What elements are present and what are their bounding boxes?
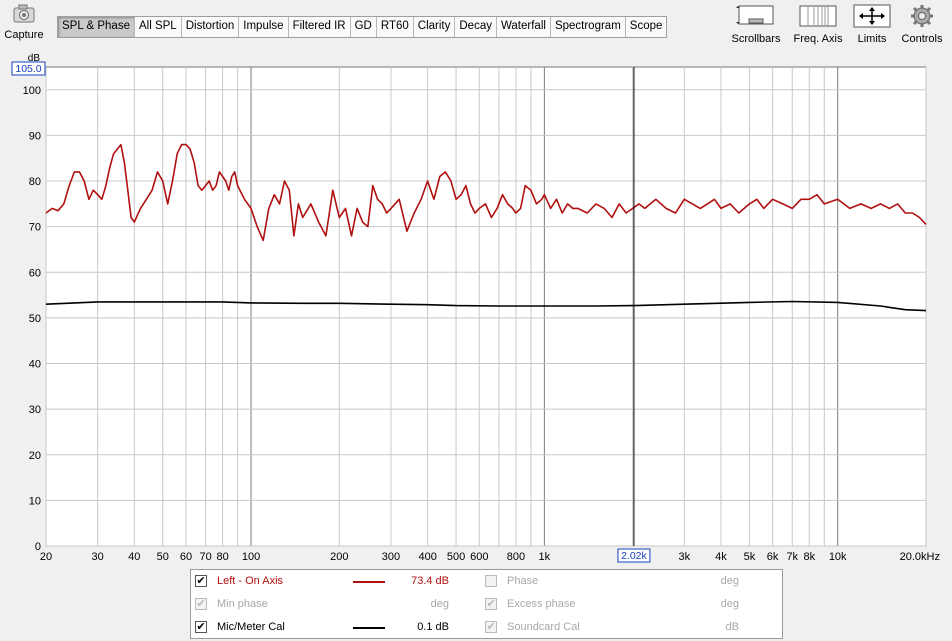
y-tick-label: 90	[29, 130, 41, 142]
legend-row-mic-cal: ✔ Mic/Meter Cal 0.1 dB	[195, 617, 485, 637]
y-tick-label: 80	[29, 176, 41, 188]
freq-axis-button[interactable]: Freq. Axis	[790, 4, 846, 45]
tab-spl-phase[interactable]: SPL & Phase	[58, 17, 135, 37]
y-top-readout: 105.0	[15, 63, 41, 75]
phase-name: Phase	[507, 575, 539, 587]
y-tick-label: 70	[29, 222, 41, 234]
x-tick-label: 5k	[744, 551, 756, 563]
x-tick-label: 500	[447, 551, 465, 563]
tab-rt60[interactable]: RT60	[377, 17, 414, 37]
controls-button[interactable]: Controls	[900, 4, 944, 45]
mic-cal-checkbox[interactable]: ✔	[195, 621, 207, 633]
y-tick-label: 100	[23, 85, 41, 97]
x-tick-label: 10k	[829, 551, 847, 563]
x-tick-label: 800	[507, 551, 525, 563]
legend-row-phase: Phase deg	[485, 571, 775, 591]
freq-axis-label: Freq. Axis	[793, 33, 843, 45]
legend-row-left-on-axis: ✔ Left - On Axis 73.4 dB	[195, 571, 485, 591]
x-tick-label: 400	[418, 551, 436, 563]
legend-row-soundcard-cal: ✔ Soundcard Cal dB	[485, 617, 775, 637]
legend-panel: ✔ Left - On Axis 73.4 dB ✔ Min phase deg…	[190, 569, 783, 639]
tab-spectrogram[interactable]: Spectrogram	[551, 17, 626, 37]
x-tick-label: 70	[199, 551, 211, 563]
limits-arrows-icon	[853, 4, 891, 28]
x-tick-label: 6k	[767, 551, 779, 563]
controls-label: Controls	[901, 33, 943, 45]
tab-clarity[interactable]: Clarity	[414, 17, 456, 37]
tab-filtered-ir[interactable]: Filtered IR	[289, 17, 351, 37]
mic-cal-swatch	[353, 627, 385, 629]
capture-label: Capture	[4, 29, 44, 41]
tab-impulse[interactable]: Impulse	[239, 17, 289, 37]
x-tick-label: 60	[180, 551, 192, 563]
left-on-axis-swatch	[353, 581, 385, 583]
x-tick-label: 3k	[679, 551, 691, 563]
camera-icon	[13, 4, 35, 23]
tab-all-spl[interactable]: All SPL	[135, 17, 182, 37]
tab-distortion[interactable]: Distortion	[182, 17, 240, 37]
x-tick-label: 50	[157, 551, 169, 563]
excess-phase-checkbox[interactable]: ✔	[485, 598, 497, 610]
x-tick-label: 4k	[715, 551, 727, 563]
excess-phase-name: Excess phase	[507, 598, 576, 610]
capture-button[interactable]: Capture	[2, 4, 46, 41]
y-tick-label: 10	[29, 495, 41, 507]
soundcard-cal-checkbox[interactable]: ✔	[485, 621, 497, 633]
x-tick-label: 20	[40, 551, 52, 563]
scrollbars-icon	[736, 5, 774, 25]
legend-row-excess-phase: ✔ Excess phase deg	[485, 594, 775, 614]
x-tick-label: 1k	[539, 551, 551, 563]
soundcard-cal-name: Soundcard Cal	[507, 621, 580, 633]
excess-phase-unit: deg	[720, 598, 739, 610]
x-tick-label: 80	[216, 551, 228, 563]
min-phase-unit: deg	[430, 598, 449, 610]
left-on-axis-name: Left - On Axis	[217, 575, 284, 587]
x-tick-label: 200	[330, 551, 348, 563]
x-tick-label: 20.0kHz	[900, 551, 940, 563]
soundcard-cal-unit: dB	[725, 621, 739, 633]
y-tick-label: 40	[29, 359, 41, 371]
gear-icon	[911, 5, 933, 27]
y-tick-label: 30	[29, 404, 41, 416]
left-on-axis-readout: 73.4 dB	[411, 575, 449, 587]
tab-gd[interactable]: GD	[351, 17, 377, 37]
y-tick-label: 60	[29, 267, 41, 279]
min-phase-checkbox[interactable]: ✔	[195, 598, 207, 610]
phase-unit: deg	[720, 575, 739, 587]
phase-checkbox[interactable]	[485, 575, 497, 587]
spl-graph[interactable]: 0102030405060708090100dB105.020 30 40 50 60 7…	[0, 50, 952, 568]
tab-scope[interactable]: Scope	[626, 17, 667, 37]
limits-button[interactable]: Limits	[850, 4, 894, 45]
legend-row-min-phase: ✔ Min phase deg	[195, 594, 485, 614]
cursor-readout: 2.02k	[621, 550, 647, 562]
x-tick-label: 40	[128, 551, 140, 563]
left-on-axis-checkbox[interactable]: ✔	[195, 575, 207, 587]
tab-decay[interactable]: Decay	[455, 17, 497, 37]
view-tabs: SPL & Phase All SPL Distortion Impulse Filte…	[57, 16, 668, 38]
y-tick-label: 50	[29, 313, 41, 325]
x-tick-label: 300	[382, 551, 400, 563]
mic-cal-readout: 0.1 dB	[417, 621, 449, 633]
scrollbars-label: Scrollbars	[731, 33, 781, 45]
x-tick-label: 30	[92, 551, 104, 563]
x-tick-label: 7k	[786, 551, 798, 563]
y-tick-label: 20	[29, 450, 41, 462]
freq-axis-icon	[799, 5, 837, 27]
x-tick-label: 100	[242, 551, 260, 563]
x-tick-label: 8k	[803, 551, 815, 563]
min-phase-name: Min phase	[217, 598, 268, 610]
limits-label: Limits	[857, 33, 887, 45]
x-tick-label: 600	[470, 551, 488, 563]
scrollbars-button[interactable]: Scrollbars	[728, 4, 784, 45]
mic-cal-name: Mic/Meter Cal	[217, 621, 285, 633]
tab-waterfall[interactable]: Waterfall	[497, 17, 551, 37]
